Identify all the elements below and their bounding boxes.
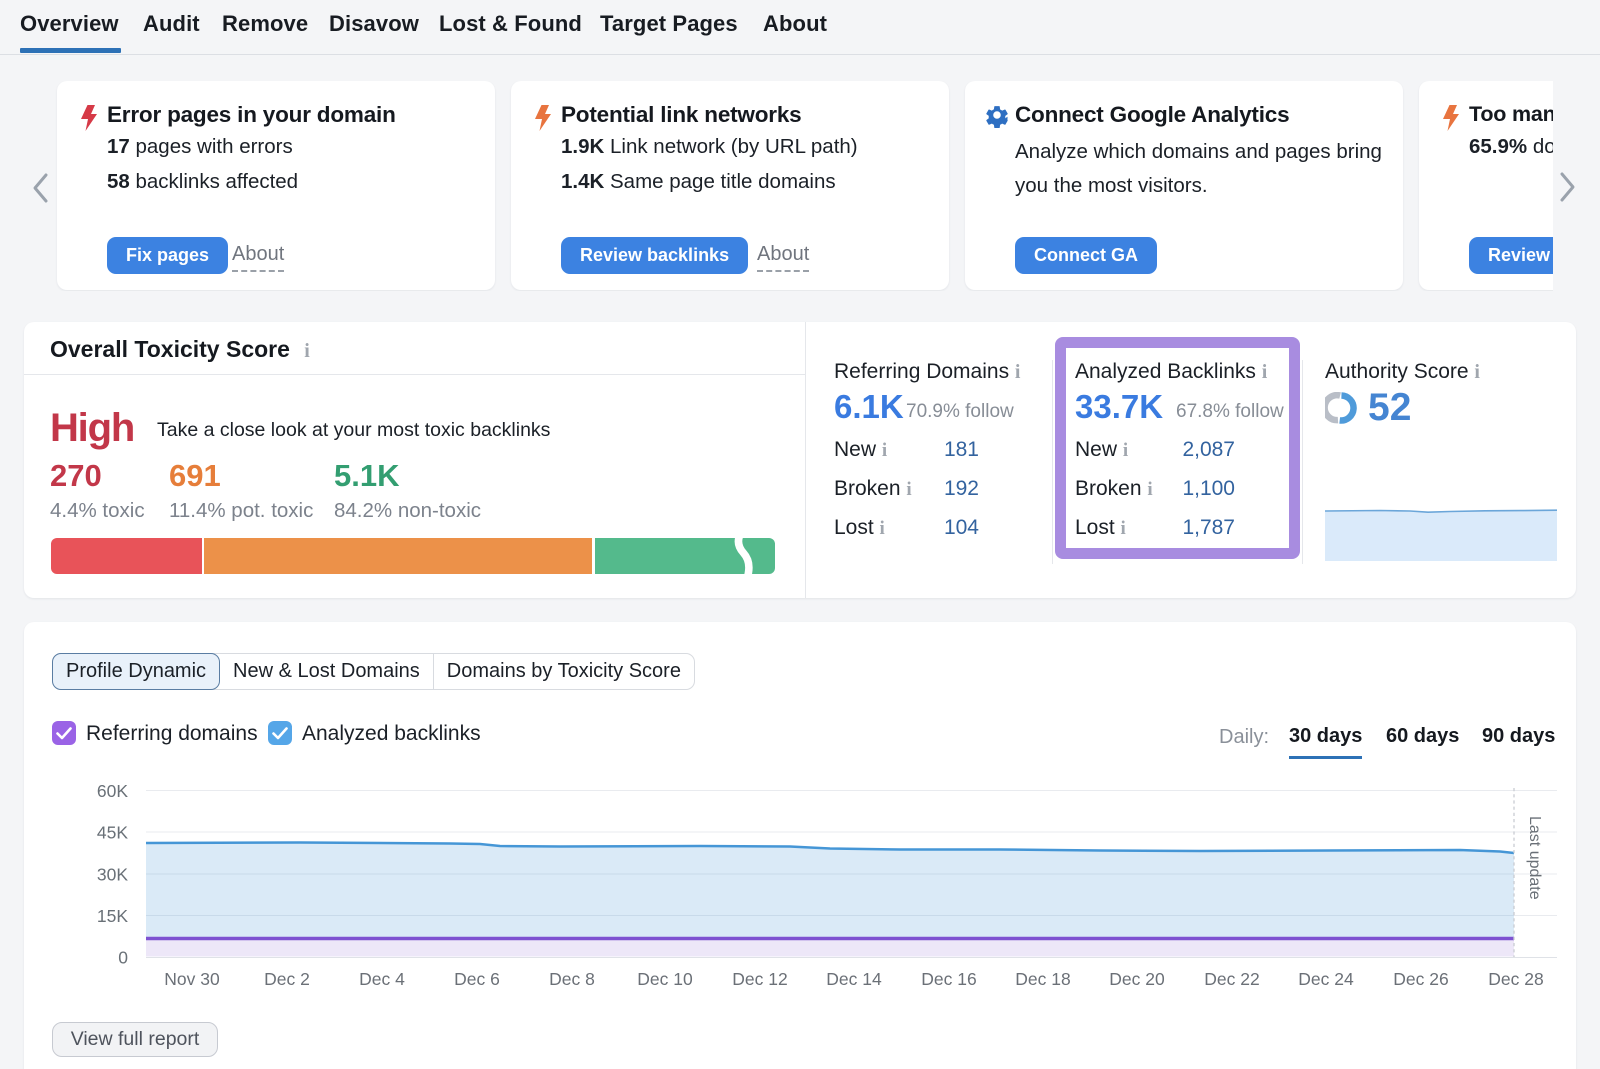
svg-text:45K: 45K — [97, 823, 128, 843]
svg-text:0: 0 — [118, 948, 128, 968]
svg-text:Dec 18: Dec 18 — [1015, 969, 1070, 989]
svg-text:Dec 6: Dec 6 — [454, 969, 500, 989]
svg-text:Dec 20: Dec 20 — [1109, 969, 1165, 989]
svg-text:Dec 10: Dec 10 — [637, 969, 693, 989]
svg-text:Dec 12: Dec 12 — [732, 969, 787, 989]
svg-text:Dec 16: Dec 16 — [921, 969, 976, 989]
svg-text:Dec 28: Dec 28 — [1488, 969, 1543, 989]
svg-text:Dec 26: Dec 26 — [1393, 969, 1448, 989]
svg-text:Nov 30: Nov 30 — [164, 969, 220, 989]
svg-text:Dec 22: Dec 22 — [1204, 969, 1259, 989]
svg-text:30K: 30K — [97, 865, 128, 885]
svg-text:Dec 4: Dec 4 — [359, 969, 405, 989]
svg-text:Dec 2: Dec 2 — [264, 969, 310, 989]
svg-text:Dec 8: Dec 8 — [549, 969, 595, 989]
svg-text:60K: 60K — [97, 781, 128, 801]
svg-text:15K: 15K — [97, 906, 128, 926]
svg-text:Last update: Last update — [1526, 816, 1543, 900]
svg-text:Dec 14: Dec 14 — [826, 969, 882, 989]
svg-text:Dec 24: Dec 24 — [1298, 969, 1354, 989]
